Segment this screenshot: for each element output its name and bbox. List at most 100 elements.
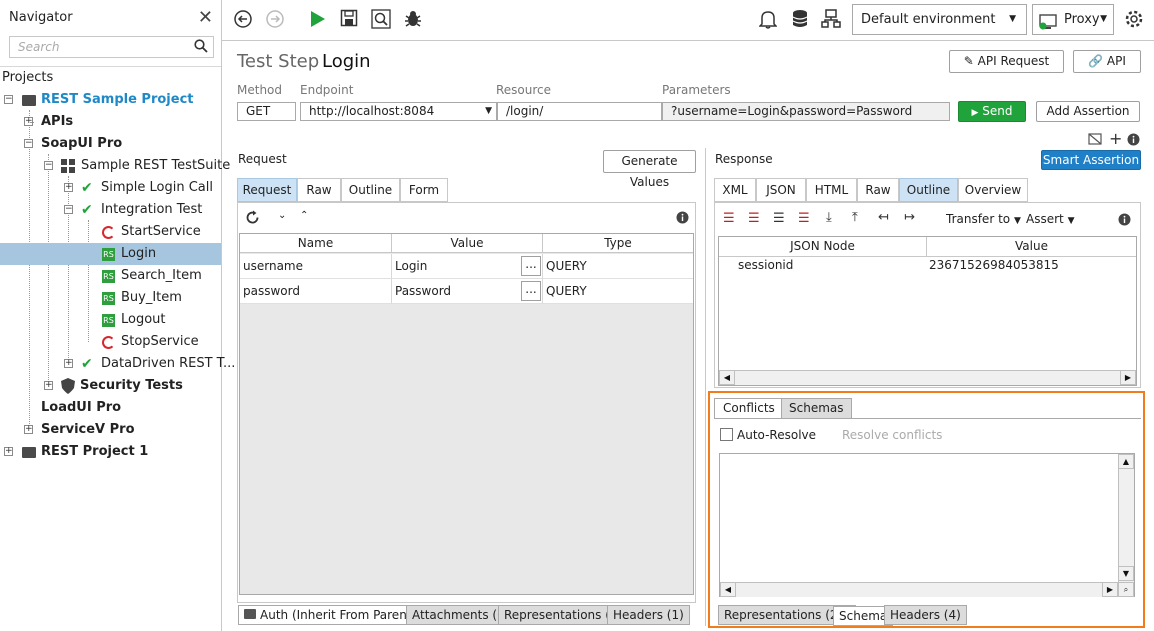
column-header-name[interactable]: Name	[240, 234, 392, 253]
scroll-left-icon[interactable]: ◀	[720, 582, 736, 597]
expand-icon[interactable]: +	[4, 447, 13, 456]
ellipsis-button[interactable]: ...	[521, 256, 541, 276]
tab-json[interactable]: JSON	[756, 178, 806, 202]
scroll-right-icon[interactable]: ▶	[1120, 370, 1136, 385]
scroll-left-icon[interactable]: ◀	[719, 370, 735, 385]
proxy-select[interactable]: Proxy ▼	[1032, 4, 1114, 35]
tree-item-rest-project-1[interactable]: + REST Project 1	[0, 441, 221, 463]
move-up-icon[interactable]: ⌃	[300, 210, 308, 221]
vertical-scrollbar[interactable]: ▲ ▼	[1118, 454, 1134, 596]
tree-item-search-item[interactable]: RS Search_Item	[0, 265, 221, 287]
json-value-cell[interactable]: 23671526984053815	[929, 258, 1059, 272]
expand-icon[interactable]: +	[64, 359, 73, 368]
param-name-cell[interactable]: password	[240, 279, 392, 304]
collapse-icon[interactable]: −	[24, 139, 33, 148]
tab-schemas[interactable]: Schemas	[781, 398, 852, 419]
horizontal-scrollbar[interactable]: ◀ ▶	[720, 582, 1118, 597]
expand-icon[interactable]: +	[44, 381, 53, 390]
ellipsis-button[interactable]: ...	[521, 281, 541, 301]
network-icon[interactable]	[820, 9, 842, 31]
parameters-field[interactable]: ?username=Login&password=Password	[662, 102, 950, 121]
api-request-button[interactable]: ✎ API Request	[949, 50, 1064, 73]
tree-item-simple-login-call[interactable]: + ✔ Simple Login Call	[0, 177, 221, 199]
resource-field[interactable]: /login/	[497, 102, 662, 121]
json-node-cell[interactable]: sessionid	[738, 258, 793, 272]
expand-all-icon[interactable]: ☰	[723, 211, 735, 226]
tree-item-loadui-pro[interactable]: LoadUI Pro	[0, 397, 221, 419]
tab-conflicts[interactable]: Conflicts	[714, 398, 784, 419]
gear-icon[interactable]	[1123, 9, 1145, 31]
info-icon[interactable]	[1118, 213, 1131, 229]
align-icon[interactable]: ☰	[773, 211, 785, 226]
tree-item-login[interactable]: RS Login	[0, 243, 221, 265]
collapse-icon[interactable]: −	[4, 95, 13, 104]
tab-html[interactable]: HTML	[806, 178, 857, 202]
param-type-cell[interactable]: QUERY	[543, 279, 693, 304]
info-icon[interactable]	[676, 211, 689, 227]
search-input[interactable]: Search	[9, 36, 214, 58]
indent-right-icon[interactable]: ↦	[904, 210, 915, 225]
endpoint-select[interactable]: http://localhost:8084 ▼	[300, 102, 497, 121]
indent-left-icon[interactable]: ↤	[878, 210, 889, 225]
inspect-icon[interactable]	[370, 9, 392, 31]
api-button[interactable]: 🔗 API	[1073, 50, 1141, 73]
bug-icon[interactable]	[402, 9, 424, 31]
tree-item-soapui-pro[interactable]: − SoapUI Pro	[0, 133, 221, 155]
add-assertion-button[interactable]: Add Assertion	[1036, 101, 1140, 122]
column-header-value[interactable]: Value	[392, 234, 543, 253]
column-header-type[interactable]: Type	[543, 234, 693, 253]
scroll-right-icon[interactable]: ▶	[1102, 582, 1118, 597]
back-icon[interactable]	[232, 9, 254, 31]
close-icon[interactable]: ✕	[198, 7, 213, 28]
method-select[interactable]: GET	[237, 102, 296, 121]
move-down-icon[interactable]: ⌄	[278, 210, 286, 221]
horizontal-scrollbar[interactable]: ◀ ▶	[719, 370, 1136, 385]
transfer-to-menu[interactable]: Transfer to ▼	[946, 212, 1021, 226]
tab-raw[interactable]: Raw	[297, 178, 341, 202]
tree-item-logout[interactable]: RS Logout	[0, 309, 221, 331]
tab-form[interactable]: Form	[400, 178, 448, 202]
param-name-cell[interactable]: username	[240, 254, 392, 279]
forward-icon[interactable]	[264, 9, 286, 31]
move-top-icon[interactable]: ⤒	[852, 210, 858, 225]
filter-icon[interactable]: ☰	[798, 211, 810, 226]
tab-outline[interactable]: Outline	[899, 178, 958, 202]
search-icon[interactable]	[194, 39, 208, 56]
tab-headers[interactable]: Headers (1)	[607, 605, 690, 625]
column-header-json-node[interactable]: JSON Node	[719, 237, 927, 257]
assert-menu[interactable]: Assert ▼	[1026, 212, 1074, 226]
auto-resolve-checkbox[interactable]	[720, 428, 733, 441]
tree-item-sample-rest-testsuite[interactable]: − Sample REST TestSuite	[0, 155, 230, 177]
resolve-conflicts-button[interactable]: Resolve conflicts	[842, 428, 942, 442]
plus-icon[interactable]: +	[1109, 129, 1122, 148]
param-type-cell[interactable]: QUERY	[543, 254, 693, 279]
bell-icon[interactable]	[757, 9, 779, 31]
zoom-icon[interactable]: ⌕	[1118, 582, 1134, 597]
tree-item-security-tests[interactable]: + Security Tests	[0, 375, 221, 397]
expand-icon[interactable]: +	[24, 425, 33, 434]
run-icon[interactable]	[306, 9, 328, 31]
collapse-icon[interactable]: −	[44, 161, 53, 170]
conflicts-text-area[interactable]: ▲ ▼ ◀ ▶ ⌕	[719, 453, 1135, 597]
tab-headers[interactable]: Headers (4)	[884, 605, 967, 625]
save-icon[interactable]	[338, 9, 360, 31]
expand-icon[interactable]: +	[64, 183, 73, 192]
tab-raw[interactable]: Raw	[857, 178, 899, 202]
tab-outline[interactable]: Outline	[341, 178, 400, 202]
tab-auth[interactable]: Auth (Inherit From Parent)	[238, 605, 423, 625]
tab-xml[interactable]: XML	[714, 178, 756, 202]
scroll-up-icon[interactable]: ▲	[1118, 454, 1134, 469]
environment-select[interactable]: Default environment ▼	[852, 4, 1027, 35]
smart-assertion-button[interactable]: Smart Assertion	[1041, 150, 1141, 170]
tree-item-integration-test[interactable]: − ✔ Integration Test	[0, 199, 221, 221]
refresh-icon[interactable]	[245, 210, 260, 228]
move-bottom-icon[interactable]: ⤓	[826, 210, 832, 225]
tab-request[interactable]: Request	[237, 178, 297, 202]
tree-item-stop-service[interactable]: StopService	[0, 331, 221, 353]
info-icon[interactable]	[1127, 133, 1140, 149]
tree-item-rest-sample-project[interactable]: − REST Sample Project	[0, 89, 221, 111]
tab-overview[interactable]: Overview	[958, 178, 1028, 202]
scroll-down-icon[interactable]: ▼	[1118, 566, 1134, 581]
column-header-value[interactable]: Value	[927, 237, 1136, 257]
layout-icon[interactable]	[1088, 133, 1102, 148]
